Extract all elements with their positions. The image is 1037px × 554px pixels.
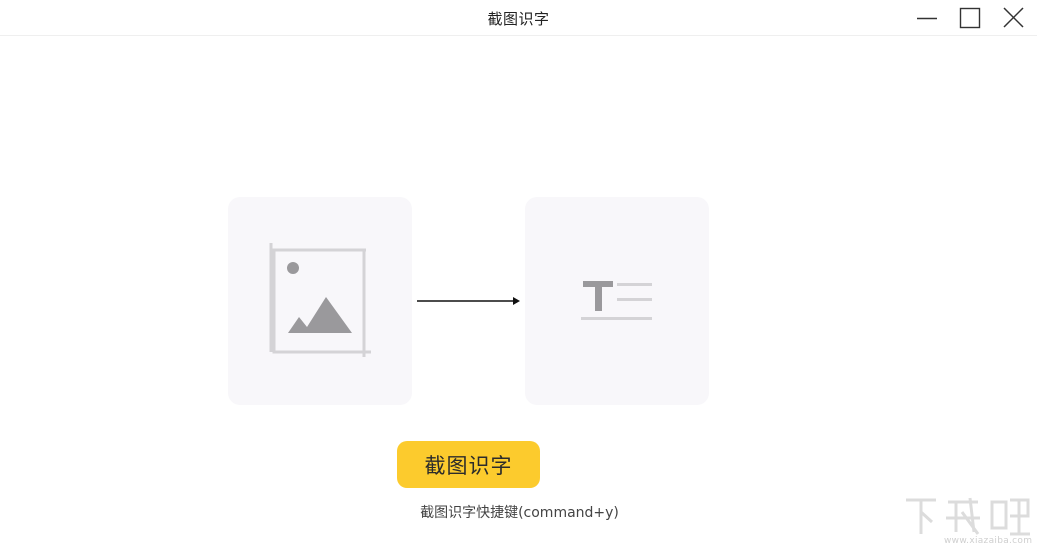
watermark: www.xiazaiba.com <box>900 494 1032 550</box>
watermark-logo <box>906 497 1030 536</box>
text-lines-icon <box>581 281 652 320</box>
app-window: 截图识字 截图识字 截图识字快捷键(command+y) www.xiazaib… <box>0 0 1037 554</box>
close-button[interactable] <box>994 0 1034 36</box>
window-title: 截图识字 <box>487 10 550 28</box>
watermark-url: www.xiazaiba.com <box>944 536 1033 546</box>
minimize-button[interactable] <box>907 0 947 36</box>
maximize-button[interactable] <box>950 0 990 36</box>
close-icon <box>1003 7 1024 28</box>
image-crop-icon <box>269 243 371 357</box>
result-text-card <box>525 197 709 405</box>
arrow-right-icon <box>417 297 520 305</box>
capture-recognize-button[interactable]: 截图识字 <box>397 441 540 488</box>
shortcut-hint: 截图识字快捷键(command+y) <box>420 505 619 521</box>
maximize-icon <box>959 7 981 29</box>
source-image-card <box>228 197 412 405</box>
minimize-icon <box>917 17 937 20</box>
title-bar[interactable]: 截图识字 <box>0 0 1037 36</box>
